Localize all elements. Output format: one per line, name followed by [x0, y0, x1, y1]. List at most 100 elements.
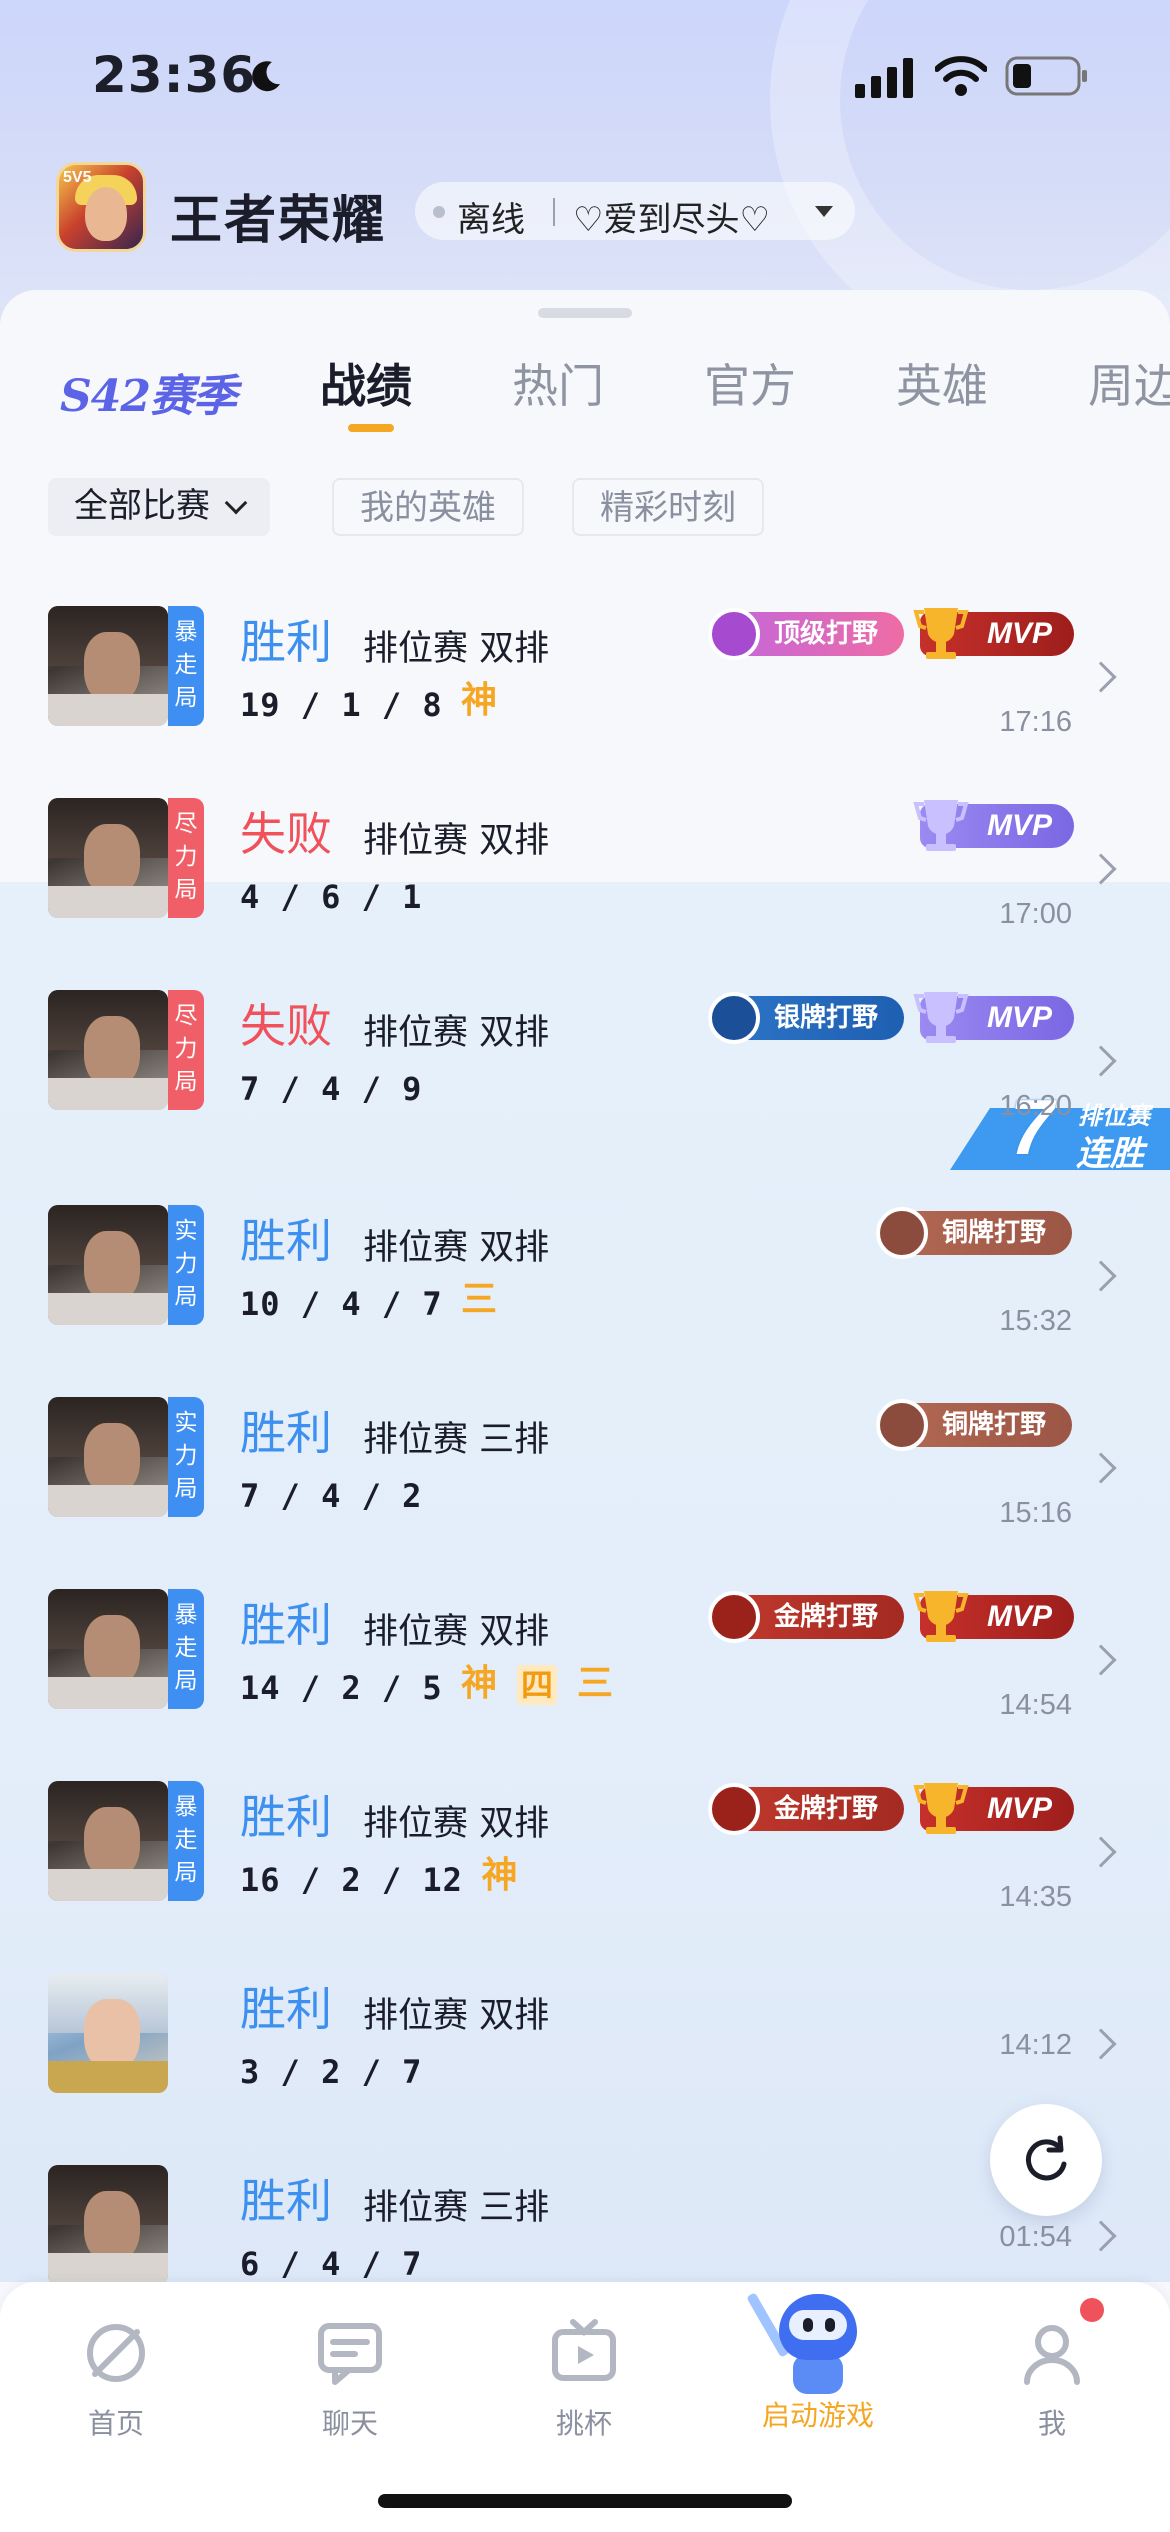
match-time: 17:16: [999, 706, 1072, 738]
match-row[interactable]: 胜利 排位赛 双排 3 / 2 / 7 14:12: [0, 1973, 1170, 2163]
jungle-emblem-icon: [876, 1399, 928, 1451]
my-heroes-filter[interactable]: 我的英雄: [332, 478, 524, 536]
offline-dot-icon: [433, 206, 445, 218]
tab-record[interactable]: 战绩: [320, 350, 412, 432]
notification-dot: [1080, 2298, 1104, 2322]
logo-badge: 5V5: [63, 169, 92, 186]
chevron-right-icon: [1085, 853, 1117, 885]
match-row[interactable]: 实力局 胜利 排位赛 双排 10 / 4 / 7 三 铜牌打野 15:32: [0, 1205, 1170, 1395]
chevron-right-icon: [1085, 1452, 1117, 1484]
hero-avatar: [48, 990, 168, 1110]
hero-avatar: [48, 606, 168, 726]
match-mode-tag: 尽力局: [168, 798, 204, 918]
sheet-grabber[interactable]: [538, 308, 632, 318]
jungle-emblem-icon: [708, 1591, 760, 1643]
match-mode: 排位赛 双排: [363, 1996, 550, 2036]
match-result: 胜利: [240, 1790, 332, 1844]
nav-chat[interactable]: 聊天: [270, 2318, 430, 2458]
all-matches-dropdown[interactable]: 全部比赛: [48, 478, 270, 536]
chevron-right-icon: [1085, 1836, 1117, 1868]
home-indicator: [378, 2494, 792, 2508]
achievement-mark: 神: [460, 680, 497, 721]
kda: 19 / 1 / 8: [240, 686, 443, 724]
jungle-emblem-icon: [708, 992, 760, 1044]
match-row[interactable]: 尽力局 失败 排位赛 双排 7 / 4 / 9 银牌打野 MVP 16:20: [0, 990, 1170, 1180]
match-row[interactable]: 暴走局 胜利 排位赛 双排 16 / 2 / 12 神 金牌打野 MVP 14:35: [0, 1781, 1170, 1971]
hero-avatar: [48, 1397, 168, 1517]
jungle-emblem-icon: [708, 608, 760, 660]
achievement-mark: 神: [460, 1663, 497, 1704]
wifi-icon: [935, 56, 987, 96]
jungle-emblem-icon: [708, 1783, 760, 1835]
online-status-selector[interactable]: 离线 ♡爱到尽头♡: [415, 182, 855, 240]
match-time: 14:35: [999, 1881, 1072, 1913]
match-time: 14:12: [999, 2029, 1072, 2061]
match-time: 16:20: [999, 1090, 1072, 1122]
match-time: 14:54: [999, 1689, 1072, 1721]
match-result: 失败: [240, 999, 332, 1053]
match-time: 17:00: [999, 898, 1072, 930]
profile-icon: [1024, 2325, 1080, 2385]
chevron-right-icon: [1085, 1644, 1117, 1676]
match-mode: 排位赛 三排: [363, 2188, 550, 2228]
match-mode: 排位赛 双排: [363, 1804, 550, 1844]
tab-merch[interactable]: 周边: [1088, 350, 1170, 416]
match-row[interactable]: 实力局 胜利 排位赛 三排 7 / 4 / 2 铜牌打野 15:16: [0, 1397, 1170, 1587]
kda: 4 / 6 / 1: [240, 878, 423, 916]
match-time: 15:16: [999, 1497, 1072, 1529]
kda: 6 / 4 / 7: [240, 2245, 423, 2282]
jungle-emblem-icon: [876, 1207, 928, 1259]
match-result: 胜利: [240, 1982, 332, 2036]
hero-avatar: [48, 1589, 168, 1709]
chevron-right-icon: [1085, 1260, 1117, 1292]
tab-bar: 战绩 热门 官方 英雄 周边: [320, 350, 1170, 440]
game-logo[interactable]: 5V5: [56, 162, 146, 252]
chevron-right-icon: [1085, 2028, 1117, 2060]
position-badge: 金牌打野: [708, 1783, 904, 1835]
status-motto: ♡爱到尽头♡: [573, 200, 770, 240]
match-mode: 排位赛 双排: [363, 1228, 550, 1268]
match-mode-tag: 暴走局: [168, 606, 204, 726]
highlights-filter[interactable]: 精彩时刻: [572, 478, 764, 536]
clock: 23:36: [92, 46, 257, 104]
nav-me[interactable]: 我: [972, 2318, 1132, 2458]
match-result: 胜利: [240, 1214, 332, 1268]
match-result: 胜利: [240, 615, 332, 669]
match-mode-tag: 尽力局: [168, 990, 204, 1110]
kda: 7 / 4 / 2: [240, 1477, 423, 1515]
nav-launch-game[interactable]: 启动游戏: [738, 2292, 898, 2458]
position-badge: 铜牌打野: [876, 1207, 1072, 1259]
refresh-button[interactable]: [990, 2104, 1102, 2216]
moon-icon: [252, 61, 280, 92]
tab-hot[interactable]: 热门: [512, 350, 604, 416]
match-time: 15:32: [999, 1305, 1072, 1337]
match-mode-tag: 暴走局: [168, 1589, 204, 1709]
battery-icon: [1005, 56, 1087, 96]
online-status: 离线: [457, 200, 525, 240]
match-row[interactable]: 暴走局 胜利 排位赛 双排 19 / 1 / 8 神 顶级打野 MVP 17:16: [0, 606, 1170, 796]
mvp-badge: MVP: [913, 992, 1074, 1043]
match-mode-tag: 暴走局: [168, 1781, 204, 1901]
hero-avatar: [48, 798, 168, 918]
cellular-signal-icon: [855, 58, 913, 98]
nav-cup[interactable]: 挑杯: [504, 2318, 664, 2458]
trophy-icon: [913, 992, 969, 1043]
match-result: 胜利: [240, 2174, 332, 2228]
chevron-right-icon: [1085, 2220, 1117, 2252]
match-mode-tag: 实力局: [168, 1397, 204, 1517]
nav-home[interactable]: 首页: [36, 2318, 196, 2458]
match-mode: 排位赛 双排: [363, 821, 550, 861]
mvp-badge: MVP: [913, 1783, 1074, 1834]
season-label[interactable]: S42赛季: [60, 360, 237, 424]
mvp-badge: MVP: [913, 800, 1074, 851]
match-mode: 排位赛 双排: [363, 1013, 550, 1053]
achievement-mark: 三: [576, 1663, 613, 1704]
match-row[interactable]: 暴走局 胜利 排位赛 双排 14 / 2 / 5 神四三 金牌打野 MVP 14:54: [0, 1589, 1170, 1779]
kda: 16 / 2 / 12: [240, 1861, 463, 1899]
position-badge: 顶级打野: [708, 608, 904, 660]
tab-official[interactable]: 官方: [704, 350, 796, 416]
filter-bar: 全部比赛 我的英雄 精彩时刻: [48, 478, 1148, 538]
match-row[interactable]: 尽力局 失败 排位赛 双排 4 / 6 / 1 MVP 17:00: [0, 798, 1170, 988]
achievement-mark: 三: [460, 1279, 497, 1320]
tab-heroes[interactable]: 英雄: [896, 350, 988, 416]
